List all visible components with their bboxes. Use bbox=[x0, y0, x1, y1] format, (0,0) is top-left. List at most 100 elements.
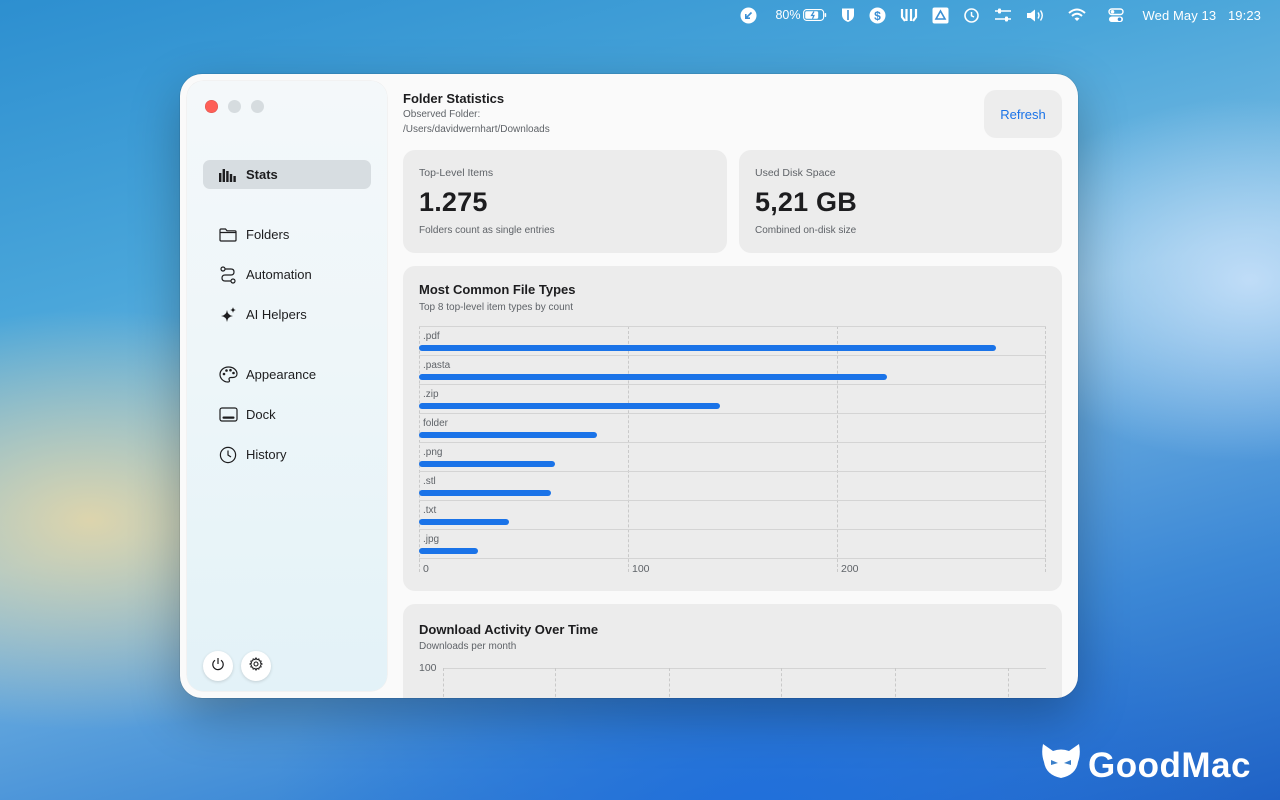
watermark-text: GoodMac bbox=[1088, 745, 1251, 785]
chart-title: Most Common File Types bbox=[419, 282, 576, 297]
bar[interactable] bbox=[419, 548, 478, 554]
chart-subtitle: Downloads per month bbox=[419, 641, 517, 652]
category-label: .png bbox=[423, 447, 443, 458]
sidebar-item-label: AI Helpers bbox=[246, 307, 307, 322]
x-tick-label: 100 bbox=[632, 563, 650, 575]
menu-time: 19:23 bbox=[1227, 7, 1261, 23]
bar[interactable] bbox=[419, 432, 597, 438]
x-tick-label: 0 bbox=[423, 563, 429, 575]
gridline-horizontal bbox=[419, 384, 1046, 385]
bar[interactable] bbox=[419, 374, 888, 380]
gridline-vertical bbox=[628, 326, 629, 572]
power-button[interactable] bbox=[203, 651, 233, 681]
chart-subtitle: Top 8 top-level item types by count bbox=[419, 302, 573, 313]
gear-icon bbox=[249, 656, 263, 676]
gridline-horizontal bbox=[419, 326, 1046, 327]
gridline-horizontal bbox=[419, 413, 1046, 414]
sidebar-item-stats[interactable]: Stats bbox=[203, 160, 371, 189]
gridline-horizontal bbox=[419, 500, 1046, 501]
card-caption: Folders count as single entries bbox=[419, 225, 555, 236]
sidebar-item-label: Appearance bbox=[246, 367, 317, 382]
sidebar-item-appearance[interactable]: Appearance bbox=[203, 360, 371, 389]
shield-icon[interactable] bbox=[841, 7, 855, 23]
bracket-icon[interactable] bbox=[900, 7, 918, 23]
goodmac-logo-icon bbox=[1040, 742, 1088, 789]
x-tick-label: 200 bbox=[841, 563, 859, 575]
observed-folder-path: /Users/davidwernhart/Downloads bbox=[403, 124, 550, 135]
sidebar-item-dock[interactable]: Dock bbox=[203, 400, 371, 429]
sparkles-icon bbox=[218, 305, 238, 325]
drive-icon[interactable] bbox=[932, 7, 949, 24]
category-label: .txt bbox=[423, 505, 437, 516]
sidebar-item-label: Dock bbox=[246, 407, 276, 422]
gridline-vertical bbox=[1008, 668, 1009, 698]
gridline-vertical bbox=[419, 326, 420, 572]
card-label: Used Disk Space bbox=[755, 167, 836, 179]
observed-folder-label: Observed Folder: bbox=[403, 109, 481, 120]
category-label: .pdf bbox=[423, 331, 440, 342]
gridline-vertical bbox=[1045, 326, 1046, 572]
category-label: .pasta bbox=[423, 360, 451, 371]
gridline-horizontal bbox=[419, 442, 1046, 443]
sidebar-item-ai-helpers[interactable]: AI Helpers bbox=[203, 300, 371, 329]
sidebar-item-history[interactable]: History bbox=[203, 440, 371, 469]
gridline-vertical bbox=[781, 668, 782, 698]
minimize-window-button[interactable] bbox=[228, 100, 241, 113]
zoom-window-button[interactable] bbox=[251, 100, 264, 113]
category-label: folder bbox=[423, 418, 449, 429]
bar[interactable] bbox=[419, 461, 555, 467]
settings-button[interactable] bbox=[241, 651, 271, 681]
history-icon[interactable] bbox=[963, 7, 980, 24]
window-controls bbox=[205, 100, 274, 113]
volume-icon[interactable] bbox=[1026, 8, 1046, 23]
svg-text:$: $ bbox=[875, 9, 882, 23]
goodmac-watermark: GoodMac bbox=[1040, 742, 1251, 789]
path-icon bbox=[218, 265, 238, 285]
app-window: Stats Folders Automation AI Helpers Appe bbox=[180, 74, 1078, 698]
card-caption: Combined on-disk size bbox=[755, 225, 857, 236]
gridline-horizontal bbox=[443, 668, 1046, 669]
gridline-vertical bbox=[837, 326, 838, 572]
close-window-button[interactable] bbox=[205, 100, 218, 113]
sliders-icon[interactable] bbox=[994, 7, 1012, 23]
bar[interactable] bbox=[419, 345, 996, 351]
gridline-vertical bbox=[555, 668, 556, 698]
category-label: .jpg bbox=[423, 534, 440, 545]
dollar-circle-icon[interactable]: $ bbox=[869, 7, 886, 24]
sidebar: Stats Folders Automation AI Helpers Appe bbox=[187, 81, 387, 691]
download-activity-line-chart: 100 bbox=[419, 662, 1046, 698]
gridline-horizontal bbox=[419, 471, 1046, 472]
download-arrow-icon[interactable] bbox=[740, 7, 757, 24]
gridline-horizontal bbox=[419, 355, 1046, 356]
file-types-card: Most Common File Types Top 8 top-level i… bbox=[403, 266, 1062, 591]
page-title: Folder Statistics bbox=[403, 91, 505, 106]
category-label: .zip bbox=[423, 389, 439, 400]
control-center-icon[interactable] bbox=[1108, 7, 1125, 23]
main-content: Folder Statistics Observed Folder: /User… bbox=[387, 74, 1078, 698]
battery-icon bbox=[803, 9, 827, 21]
battery-status[interactable]: 80% bbox=[771, 8, 827, 22]
used-disk-space-card: Used Disk Space 5,21 GB Combined on-disk… bbox=[739, 150, 1062, 253]
chart-title: Download Activity Over Time bbox=[419, 622, 599, 637]
chart-bars-icon bbox=[218, 165, 238, 185]
battery-percent: 80% bbox=[775, 8, 801, 22]
dock-icon bbox=[218, 405, 238, 425]
sidebar-item-automation[interactable]: Automation bbox=[203, 260, 371, 289]
sidebar-item-label: History bbox=[246, 447, 287, 462]
refresh-button[interactable]: Refresh bbox=[984, 90, 1062, 138]
top-level-items-card: Top-Level Items 1.275 Folders count as s… bbox=[403, 150, 727, 253]
folder-icon bbox=[218, 225, 238, 245]
gridline-horizontal bbox=[419, 558, 1046, 559]
sidebar-item-label: Folders bbox=[246, 227, 290, 242]
menu-clock[interactable]: Wed May 13 19:23 bbox=[1142, 8, 1261, 23]
menu-date: Wed May 13 bbox=[1142, 7, 1217, 23]
wifi-icon[interactable] bbox=[1068, 8, 1087, 22]
sidebar-item-folders[interactable]: Folders bbox=[203, 220, 371, 249]
power-icon bbox=[211, 657, 225, 676]
bar[interactable] bbox=[419, 403, 720, 409]
bar[interactable] bbox=[419, 490, 551, 496]
download-activity-card: Download Activity Over Time Downloads pe… bbox=[403, 604, 1062, 698]
bar[interactable] bbox=[419, 519, 509, 525]
gridline-vertical bbox=[895, 668, 896, 698]
card-value: 1.275 bbox=[419, 187, 488, 217]
